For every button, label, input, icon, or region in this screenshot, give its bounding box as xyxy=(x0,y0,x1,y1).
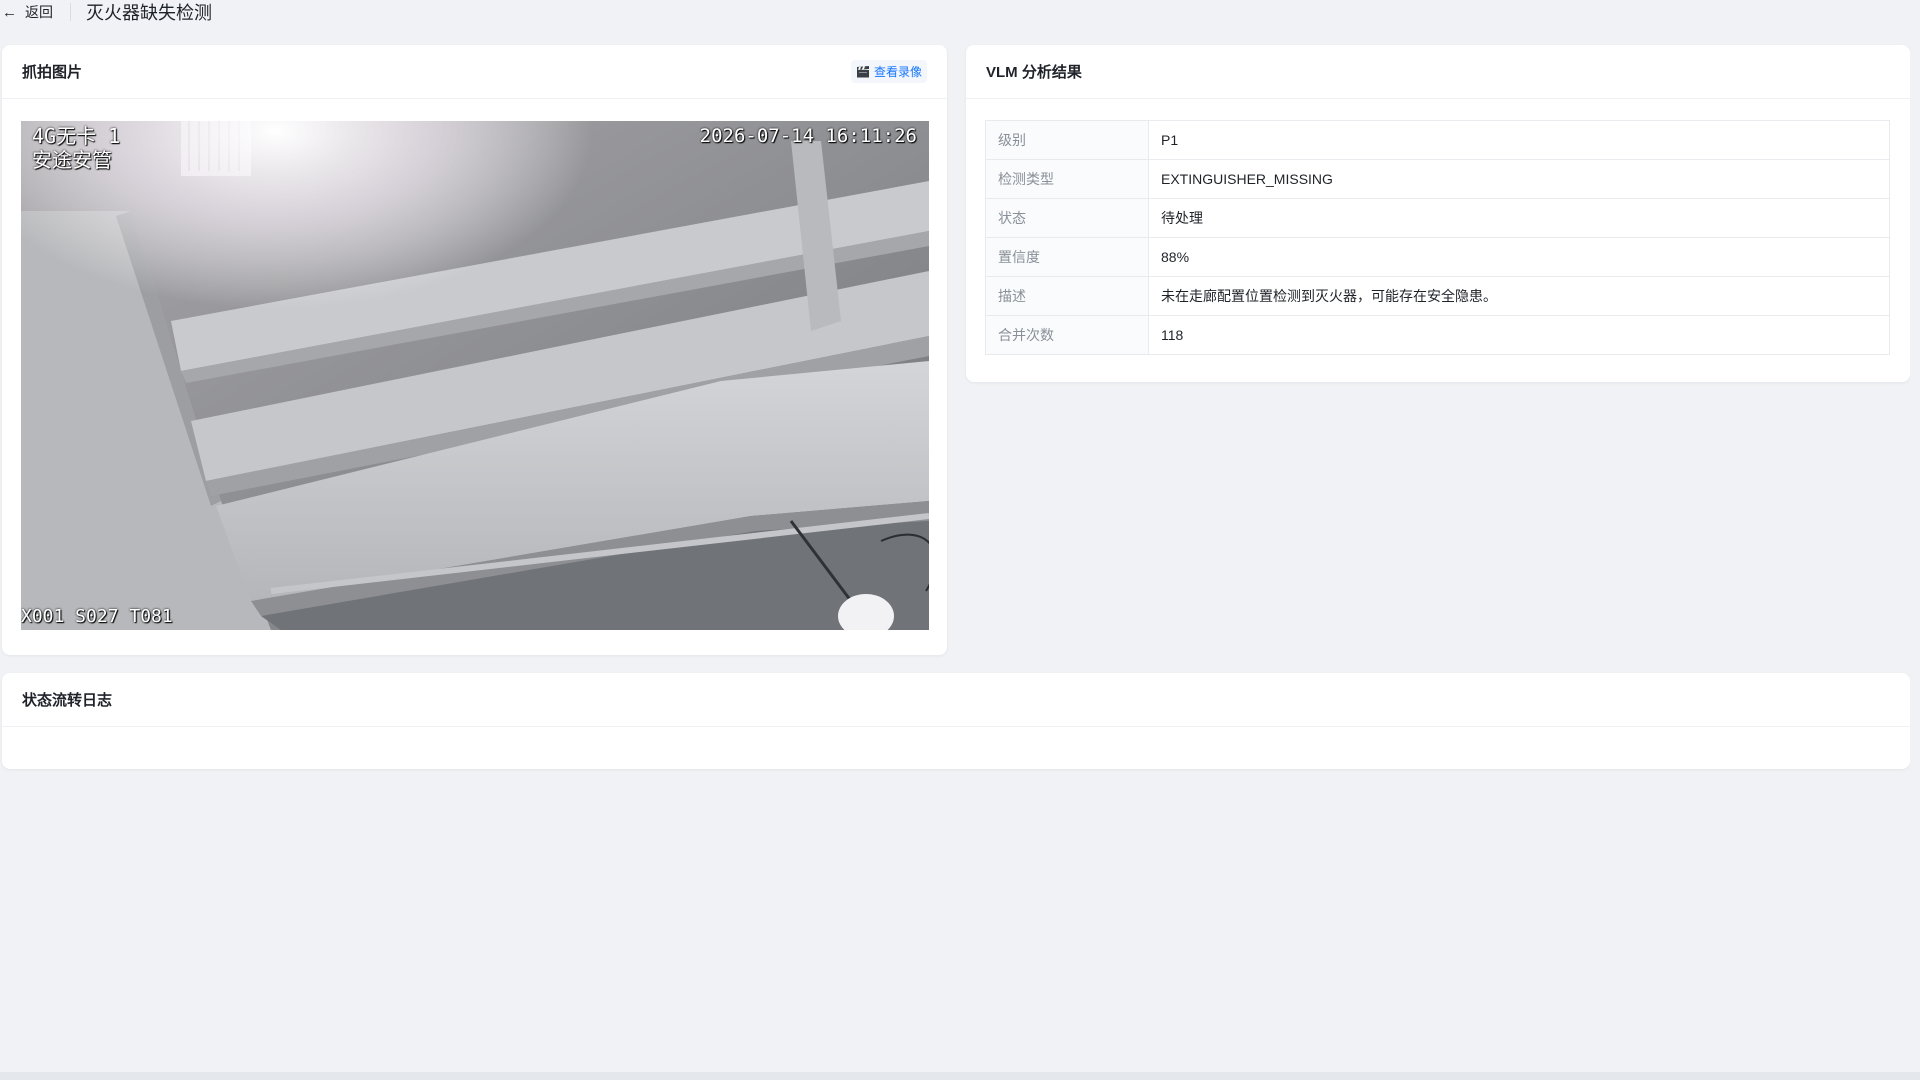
top-bar: ← 返回 灭火器缺失检测 xyxy=(0,0,1920,24)
table-row: 合并次数 118 xyxy=(985,315,1890,355)
row-key: 描述 xyxy=(985,276,1149,316)
vlm-result-card: VLM 分析结果 级别 P1 检测类型 EXTINGUISHER_MISSING… xyxy=(966,45,1910,382)
table-row: 描述 未在走廊配置位置检测到灭火器，可能存在安全隐患。 xyxy=(985,276,1890,316)
row-value: 未在走廊配置位置检测到灭火器，可能存在安全隐患。 xyxy=(1148,276,1890,316)
osd-timestamp: 2026-07-14 16:11:26 xyxy=(699,125,917,147)
vertical-scrollbar[interactable] xyxy=(1910,0,1920,1080)
row-key: 级别 xyxy=(985,120,1149,160)
vlm-result-table: 级别 P1 检测类型 EXTINGUISHER_MISSING 状态 待处理 置… xyxy=(985,120,1890,355)
arrow-left-icon: ← xyxy=(2,3,17,21)
row-value: 88% xyxy=(1148,237,1890,277)
table-row: 状态 待处理 xyxy=(985,198,1890,238)
capture-card: 抓拍图片 查看录像 4G无卡 1 安途安管 2026-07-14 16:11:2… xyxy=(2,45,947,655)
page-title: 灭火器缺失检测 xyxy=(86,3,212,23)
osd-top-left: 4G无卡 1 安途安管 xyxy=(32,124,120,172)
log-card-header: 状态流转日志 xyxy=(2,673,1910,727)
row-key: 状态 xyxy=(985,198,1149,238)
osd-code: X001 S027 T081 xyxy=(21,606,173,627)
table-row: 检测类型 EXTINGUISHER_MISSING xyxy=(985,159,1890,199)
osd-camera-label: 4G无卡 1 xyxy=(32,124,121,148)
row-key: 检测类型 xyxy=(985,159,1149,199)
view-video-label: 查看录像 xyxy=(873,65,922,79)
capture-card-title: 抓拍图片 xyxy=(22,64,83,81)
header-divider xyxy=(70,3,71,21)
view-video-button[interactable]: 查看录像 xyxy=(850,60,927,83)
table-row: 级别 P1 xyxy=(985,120,1890,160)
vlm-card-title: VLM 分析结果 xyxy=(986,64,1082,81)
log-card-title: 状态流转日志 xyxy=(22,692,113,709)
row-key: 置信度 xyxy=(985,237,1149,277)
capture-card-header: 抓拍图片 查看录像 xyxy=(2,45,947,99)
back-button[interactable]: ← 返回 xyxy=(0,2,53,22)
row-value: EXTINGUISHER_MISSING xyxy=(1148,159,1890,199)
vlm-card-header: VLM 分析结果 xyxy=(966,45,1910,99)
back-label: 返回 xyxy=(25,4,53,20)
osd-location-label: 安途安管 xyxy=(32,148,112,172)
status-log-card: 状态流转日志 xyxy=(2,673,1910,769)
snapshot-image: 4G无卡 1 安途安管 2026-07-14 16:11:26 X001 S02… xyxy=(21,121,929,630)
row-value: P1 xyxy=(1148,120,1890,160)
row-value: 118 xyxy=(1148,315,1890,355)
table-row: 置信度 88% xyxy=(985,237,1890,277)
clapper-icon xyxy=(856,65,870,78)
row-key: 合并次数 xyxy=(985,315,1149,355)
snapshot-scene xyxy=(21,121,929,630)
row-value: 待处理 xyxy=(1148,198,1890,238)
horizontal-scrollbar[interactable] xyxy=(0,1072,1920,1080)
